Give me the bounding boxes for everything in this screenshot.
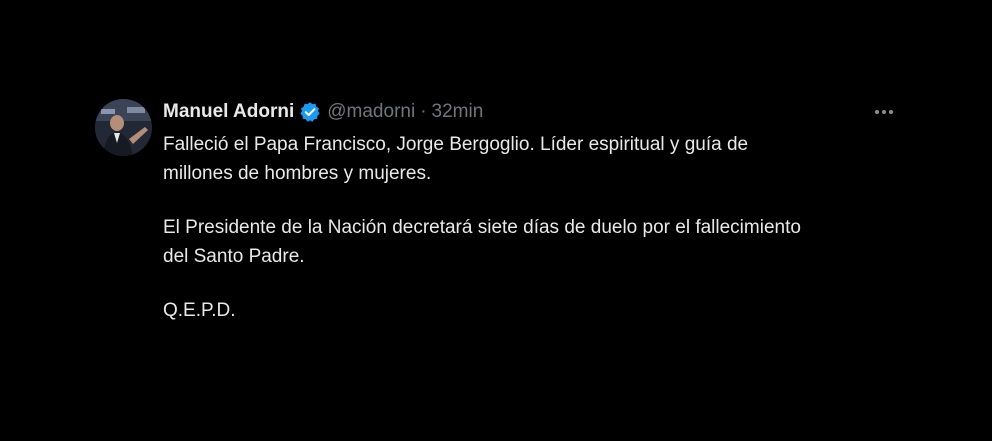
verified-badge-icon: [299, 101, 321, 123]
more-dots-icon: [875, 110, 879, 114]
author-handle[interactable]: @madorni: [327, 101, 415, 123]
author-display-name[interactable]: Manuel Adorni: [163, 101, 294, 123]
tweet-text: Falleció el Papa Francisco, Jorge Bergog…: [163, 130, 923, 325]
more-dots-icon: [889, 110, 893, 114]
tweet[interactable]: Manuel Adorni @madorni · 32min Falleció …: [95, 96, 915, 336]
tweet-paragraph: Falleció el Papa Francisco, Jorge Bergog…: [163, 130, 923, 188]
more-options-button[interactable]: [871, 102, 897, 122]
user-avatar[interactable]: [95, 99, 152, 156]
avatar-photo-icon: [95, 99, 152, 156]
tweet-header: Manuel Adorni @madorni · 32min: [163, 99, 483, 125]
tweet-paragraph: El Presidente de la Nación decretará sie…: [163, 213, 923, 271]
tweet-paragraph: Q.E.P.D.: [163, 296, 923, 325]
tweet-line: del Santo Padre.: [163, 246, 305, 267]
tweet-line: Falleció el Papa Francisco, Jorge Bergog…: [163, 134, 749, 155]
tweet-line: El Presidente de la Nación decretará sie…: [163, 217, 801, 238]
more-dots-icon: [882, 110, 886, 114]
tweet-line: Q.E.P.D.: [163, 300, 236, 321]
tweet-line: millones de hombres y mujeres.: [163, 163, 432, 184]
header-separator: ·: [420, 101, 427, 122]
tweet-timestamp[interactable]: 32min: [432, 101, 484, 123]
